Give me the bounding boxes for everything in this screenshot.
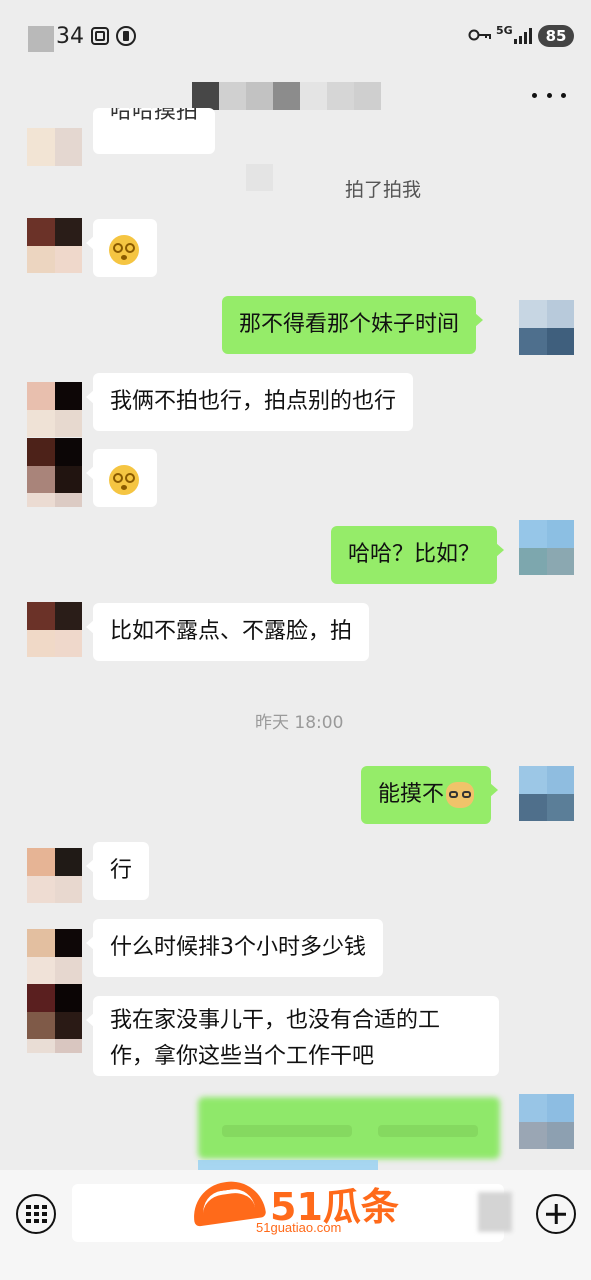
- watermark-logo: 51瓜条 51guatiao.com: [189, 1176, 402, 1240]
- status-bar: 34 5G 85: [0, 0, 591, 72]
- screenshot-icon: [88, 25, 112, 47]
- my-avatar[interactable]: [519, 520, 574, 575]
- message-bubble-partial[interactable]: 哈哈摸拍: [93, 108, 216, 154]
- dizzy-face-emoji: [109, 235, 139, 265]
- message-text: 能摸不: [378, 782, 445, 807]
- status-time: 34: [56, 24, 84, 49]
- chat-title-bar: [0, 72, 591, 132]
- message-text: 行: [110, 858, 133, 883]
- message-bubble-received[interactable]: 我在家没事儿干，也没有合适的工作，拿你这些当个工作干吧: [86, 996, 499, 1076]
- network-type: 5G: [496, 24, 513, 37]
- message-bubble-sent[interactable]: 能摸不: [361, 766, 499, 824]
- contact-avatar[interactable]: [27, 848, 82, 903]
- contact-avatar[interactable]: [27, 929, 82, 984]
- message-bubble-received[interactable]: 比如不露点、不露脸，拍: [85, 603, 370, 661]
- message-bubble-received[interactable]: 行: [85, 842, 150, 900]
- message-text: 那不得看那个妹子时间: [239, 312, 460, 337]
- timestamp: 昨天 18:00: [255, 713, 344, 733]
- contact-avatar[interactable]: [27, 984, 82, 1039]
- message-bubble-received[interactable]: 什么时候排3个小时多少钱: [86, 919, 383, 977]
- message-bubble-sent[interactable]: 那不得看那个妹子时间: [222, 296, 484, 354]
- doge-emoji: [446, 782, 475, 808]
- watermelon-logo-icon: [189, 1177, 267, 1227]
- key-icon: [468, 27, 492, 48]
- chat-title-redacted: [192, 82, 381, 110]
- message-text: 比如不露点、不露脸，拍: [110, 619, 353, 644]
- message-text: 哈哈摸拍: [110, 108, 199, 124]
- keyboard-icon[interactable]: [16, 1194, 56, 1234]
- contact-avatar[interactable]: [27, 382, 82, 437]
- contact-avatar-continued: [27, 1039, 82, 1066]
- nudge-message: 拍了拍我: [345, 179, 422, 201]
- dizzy-face-emoji: [109, 465, 139, 495]
- nudge-name-redaction: [246, 164, 273, 191]
- contact-avatar[interactable]: [27, 128, 82, 166]
- message-text: 我在家没事儿干，也没有合适的工作，拿你这些当个工作干吧: [110, 1008, 441, 1069]
- contact-avatar-continued: [27, 493, 82, 520]
- status-time-redaction: [28, 26, 54, 52]
- nfc-icon: [114, 25, 138, 47]
- emoji-button-obscured[interactable]: [478, 1192, 512, 1232]
- emoji-message[interactable]: [86, 219, 157, 277]
- message-bubble-sent[interactable]: 哈哈？比如？: [331, 526, 505, 584]
- contact-avatar[interactable]: [27, 438, 82, 493]
- my-avatar[interactable]: [519, 300, 574, 355]
- message-text: 什么时候排3个小时多少钱: [110, 935, 366, 960]
- battery-icon: 85: [538, 25, 574, 47]
- message-bubble-received[interactable]: 我俩不拍也行，拍点别的也行: [85, 373, 414, 431]
- message-text: 哈哈？比如？: [348, 542, 481, 567]
- my-avatar[interactable]: [519, 766, 574, 821]
- blurred-text: [222, 1125, 352, 1137]
- contact-avatar[interactable]: [27, 218, 82, 273]
- my-avatar[interactable]: [519, 1094, 574, 1149]
- more-options-icon[interactable]: [532, 78, 566, 112]
- watermark-url: 51guatiao.com: [256, 1220, 342, 1235]
- contact-avatar[interactable]: [27, 602, 82, 657]
- add-icon[interactable]: [536, 1194, 576, 1234]
- signal-icon: [514, 28, 534, 44]
- blurred-text: [378, 1125, 478, 1137]
- message-text: 我俩不拍也行，拍点别的也行: [110, 389, 397, 414]
- emoji-message[interactable]: [86, 449, 157, 507]
